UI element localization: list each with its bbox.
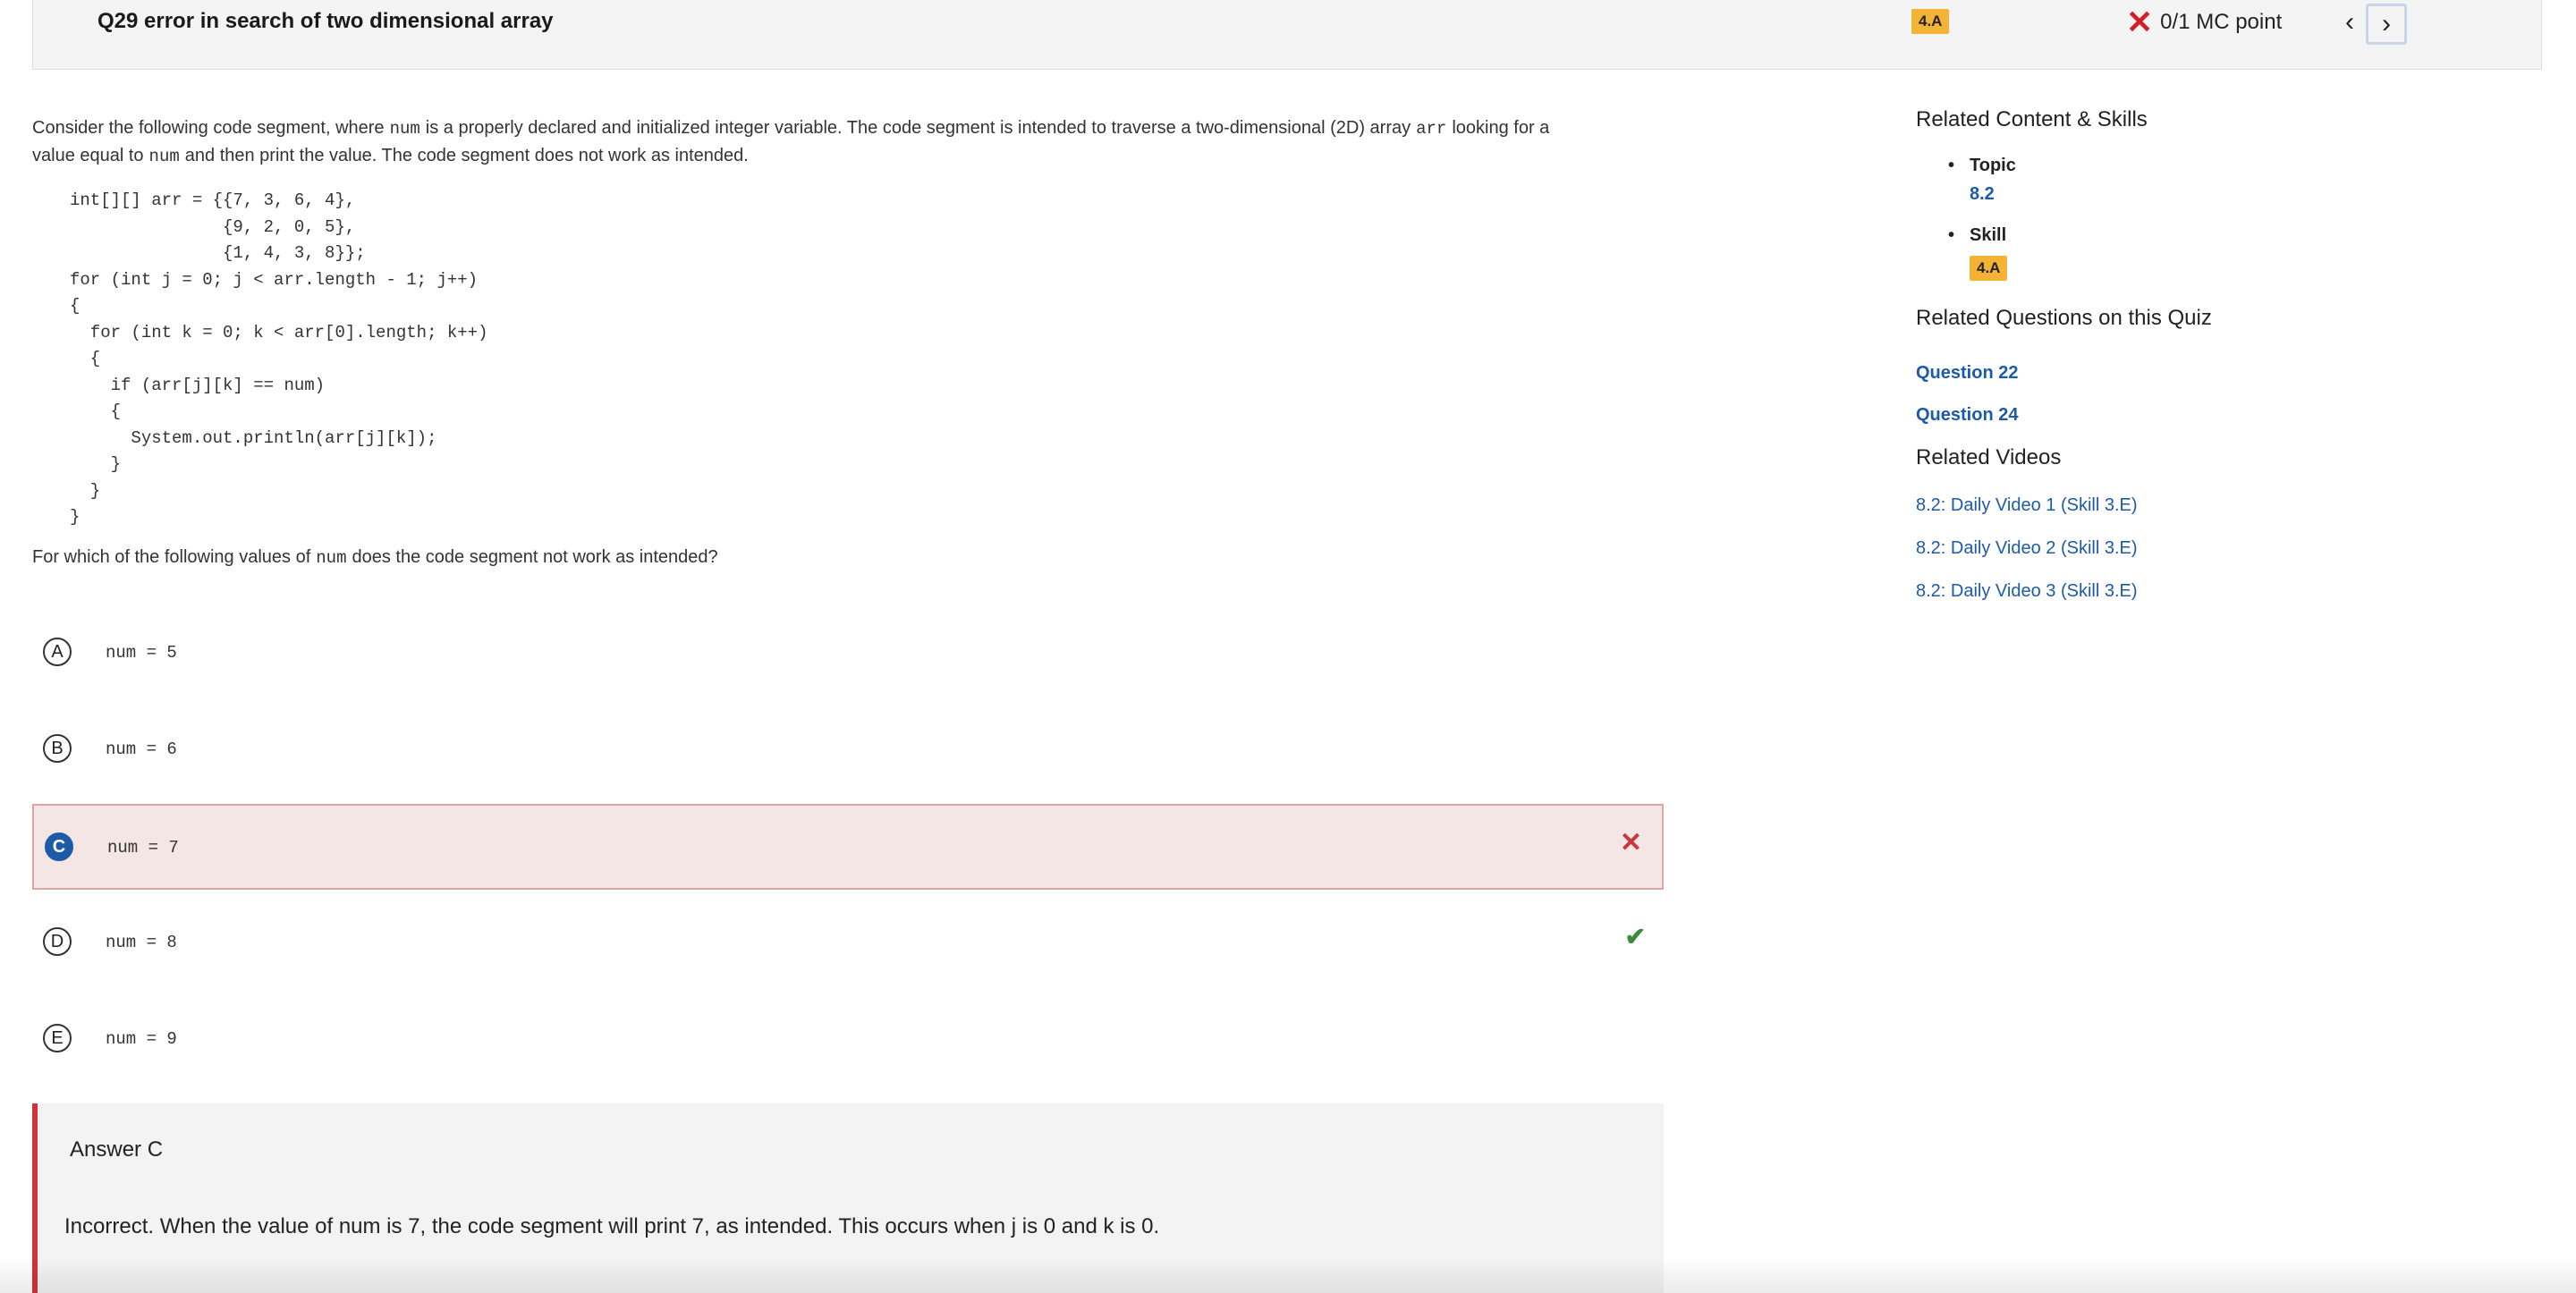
question-title: Q29 error in search of two dimensional a… (97, 9, 554, 33)
skill-badge: 4.A (1911, 9, 1950, 34)
code-line: } (70, 507, 80, 527)
related-questions-heading: Related Questions on this Quiz (1916, 306, 2212, 330)
code-line: System.out.println(arr[j][k]); (70, 427, 437, 448)
related-content-heading: Related Content & Skills (1916, 107, 2148, 131)
code-line: { (70, 296, 80, 316)
choice-value: num = 8 (106, 933, 177, 952)
code-line: {1, 4, 3, 8}}; (70, 243, 366, 263)
question-header: Q29 error in search of two dimensional a… (32, 0, 2542, 70)
inline-code: num (389, 119, 420, 139)
question-text: does the code segment not work as intend… (352, 547, 718, 567)
choice-letter: B (43, 734, 72, 763)
x-icon: ✕ (2126, 4, 2154, 40)
question-text: For which of the following values of (32, 547, 311, 567)
skill-badge: 4.A (1970, 256, 2008, 281)
choice-b[interactable]: B num = 6 (32, 707, 1664, 793)
related-question-link[interactable]: Question 22 (1916, 363, 2018, 384)
question-prompt: Consider the following code segment, whe… (32, 114, 1669, 170)
choice-e[interactable]: E num = 9 (32, 997, 1664, 1083)
code-line: } (70, 454, 122, 474)
video-link[interactable]: 8.2: Daily Video 3 (Skill 3.E) (1916, 581, 2138, 602)
video-link[interactable]: 8.2: Daily Video 1 (Skill 3.E) (1916, 495, 2138, 516)
choice-value: num = 5 (106, 643, 177, 663)
code-line: int[][] arr = {{7, 3, 6, 4}, (70, 190, 356, 210)
code-line: for (int k = 0; k < arr[0].length; k++) (70, 322, 488, 342)
choice-letter: C (45, 832, 73, 861)
choice-value: num = 7 (107, 838, 179, 858)
choice-c[interactable]: C num = 7 ✕ (32, 804, 1664, 890)
prompt-text: and then print the value. The code segme… (184, 146, 749, 165)
related-question-link[interactable]: Question 24 (1916, 405, 2018, 426)
checkmark-icon: ✔ (1624, 923, 1646, 951)
score-text: 0/1 MC point (2160, 10, 2283, 34)
code-line: for (int j = 0; j < arr.length - 1; j++) (70, 269, 479, 290)
prompt-text: value equal to (32, 146, 144, 165)
answer-text: Incorrect. When the value of num is 7, t… (64, 1214, 1160, 1238)
answer-title: Answer C (70, 1137, 164, 1162)
code-line: {9, 2, 0, 5}, (70, 216, 356, 237)
prompt-text: looking for a (1452, 118, 1550, 138)
choice-letter: D (43, 927, 72, 956)
choice-value: num = 9 (106, 1029, 177, 1049)
choice-value: num = 6 (106, 739, 177, 759)
related-videos-heading: Related Videos (1916, 445, 2062, 469)
code-line: { (70, 401, 122, 421)
code-line: if (arr[j][k] == num) (70, 375, 326, 395)
skill-label: Skill (1948, 225, 2006, 246)
chevron-left-icon[interactable]: ‹ (2334, 5, 2366, 39)
prompt-text: is a properly declared and initialized i… (425, 118, 1411, 138)
choice-a[interactable]: A num = 5 (32, 611, 1664, 697)
choice-letter: A (43, 638, 72, 666)
choice-d[interactable]: D num = 8 ✔ (32, 900, 1664, 986)
inline-code: num (316, 548, 347, 568)
code-block: int[][] arr = {{7, 3, 6, 4}, {9, 2, 0, 5… (70, 188, 487, 531)
code-line: } (70, 480, 101, 501)
question-stem: For which of the following values of num d… (32, 547, 718, 568)
inline-code: num (148, 147, 180, 166)
chevron-right-icon[interactable]: › (2366, 4, 2407, 45)
incorrect-icon: ✕ (1619, 828, 1642, 858)
inline-code: arr (1416, 119, 1447, 139)
bottom-shadow (0, 1257, 2576, 1293)
choice-letter: E (43, 1024, 72, 1052)
topic-link[interactable]: 8.2 (1970, 184, 1995, 205)
prompt-text: Consider the following code segment, whe… (32, 118, 385, 138)
score-indicator: ✕ 0/1 MC point (2126, 4, 2283, 40)
video-link[interactable]: 8.2: Daily Video 2 (Skill 3.E) (1916, 538, 2138, 559)
topic-label: Topic (1948, 156, 2016, 176)
code-line: { (70, 349, 101, 368)
